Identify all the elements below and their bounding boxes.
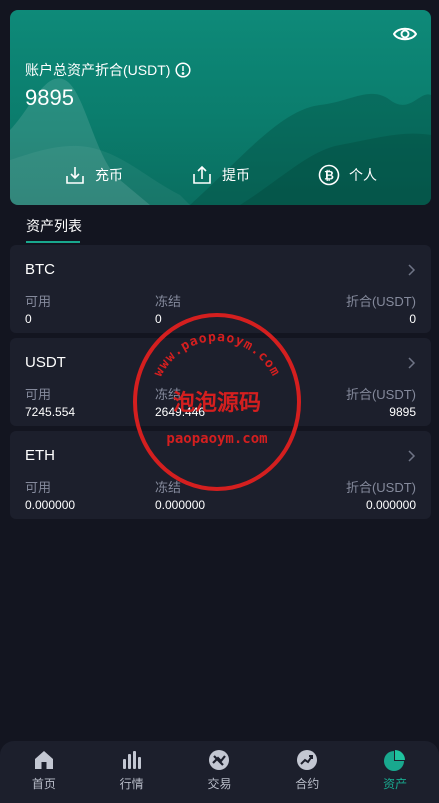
equiv-value: 0.000000	[365, 498, 416, 512]
asset-name: BTC	[25, 261, 55, 278]
asset-card-usdt[interactable]: USDT 可用 冻结 折合(USDT) 7245.554 2649.446 98…	[10, 338, 431, 426]
eye-icon[interactable]	[393, 22, 417, 46]
chevron-right-icon	[408, 357, 416, 369]
bottom-tab-bar: 首页 行情 交易 合约 资产	[0, 741, 439, 803]
frozen-value: 0.000000	[155, 498, 206, 512]
frozen-label: 冻结	[155, 480, 182, 495]
available-label: 可用	[25, 387, 52, 402]
equiv-value: 0	[409, 312, 416, 326]
asset-card-eth[interactable]: ETH 可用 冻结 折合(USDT) 0.000000 0.000000 0.0…	[10, 431, 431, 519]
tab-label: 行情	[119, 777, 144, 791]
home-icon	[34, 751, 53, 769]
available-value: 7245.554	[25, 405, 76, 419]
assets-icon	[384, 750, 406, 771]
tab-label: 交易	[207, 777, 232, 791]
tab-label: 首页	[31, 777, 56, 791]
withdraw-icon	[193, 165, 211, 184]
market-icon	[122, 751, 141, 769]
available-label: 可用	[25, 480, 52, 495]
available-label: 可用	[25, 294, 52, 309]
info-icon[interactable]	[175, 62, 191, 78]
hero-actions: 充币 提币 ₿ 个人	[10, 160, 431, 190]
tab-label: 资产	[383, 777, 408, 791]
equiv-value: 9895	[389, 405, 416, 419]
deposit-button[interactable]: 充币	[64, 160, 123, 190]
asset-name: USDT	[25, 354, 66, 371]
frozen-value: 0	[155, 312, 162, 326]
total-assets-value: 9895	[25, 85, 74, 110]
asset-card-btc[interactable]: BTC 可用 冻结 折合(USDT) 0 0 0	[10, 245, 431, 333]
total-assets-title: 账户总资产折合(USDT)	[25, 62, 171, 78]
asset-summary-card: 账户总资产折合(USDT) 9895 充币 提币 ₿ 个人	[10, 10, 431, 205]
available-value: 0.000000	[25, 498, 76, 512]
equiv-label: 折合(USDT)	[345, 480, 416, 495]
contract-icon	[297, 750, 318, 770]
tab-market[interactable]: 行情	[97, 749, 167, 792]
trade-icon	[209, 750, 230, 770]
chevron-right-icon	[408, 264, 416, 276]
asset-list-tab[interactable]: 资产列表	[26, 216, 82, 236]
withdraw-label: 提币	[222, 167, 250, 183]
tab-trade[interactable]: 交易	[184, 749, 254, 792]
personal-label: 个人	[349, 167, 377, 183]
personal-button[interactable]: ₿ 个人	[318, 160, 377, 190]
deposit-label: 充币	[95, 167, 123, 183]
withdraw-button[interactable]: 提币	[191, 160, 250, 190]
equiv-label: 折合(USDT)	[345, 387, 416, 402]
tab-assets[interactable]: 资产	[360, 749, 430, 792]
tab-label: 合约	[295, 777, 320, 791]
tab-indicator	[26, 241, 80, 243]
svg-text:₿: ₿	[324, 169, 334, 183]
asset-name: ETH	[25, 447, 55, 464]
bitcoin-icon: ₿	[318, 164, 340, 186]
equiv-label: 折合(USDT)	[345, 294, 416, 309]
frozen-value: 2649.446	[155, 405, 206, 419]
tab-home[interactable]: 首页	[9, 749, 79, 792]
deposit-icon	[66, 167, 84, 184]
frozen-label: 冻结	[155, 294, 182, 309]
frozen-label: 冻结	[155, 387, 182, 402]
chevron-right-icon	[408, 450, 416, 462]
available-value: 0	[25, 312, 32, 326]
total-assets-label: 账户总资产折合(USDT)	[25, 60, 191, 80]
tab-contract[interactable]: 合约	[272, 749, 342, 792]
